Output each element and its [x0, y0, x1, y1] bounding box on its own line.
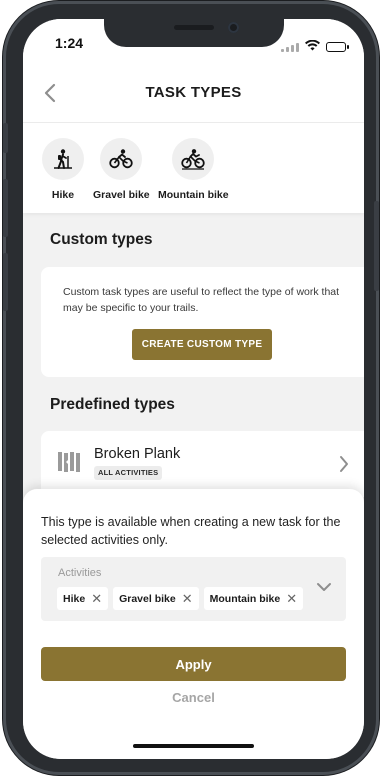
select-label: Activities: [58, 567, 102, 579]
chevron-down-icon[interactable]: [316, 579, 332, 597]
activity-icon-circle: [172, 138, 215, 180]
activities-bottom-sheet: This type is available when creating a n…: [23, 489, 364, 759]
custom-types-card: Custom task types are useful to reflect …: [41, 267, 364, 377]
chip-hike: Hike ✕: [57, 587, 109, 610]
hike-icon: [54, 149, 72, 169]
speaker: [174, 25, 214, 30]
close-icon[interactable]: ✕: [91, 592, 102, 605]
chevron-right-icon: [338, 455, 350, 478]
cancel-button[interactable]: Cancel: [23, 690, 364, 705]
header: TASK TYPES: [23, 65, 364, 123]
activity-mountain-bike[interactable]: Mountain bike: [158, 138, 229, 201]
status-icons: [281, 38, 349, 56]
phone-frame: 1:24 TASK TYPES Hike Gravel bike Mountai…: [3, 1, 379, 775]
wifi-icon: [305, 38, 320, 56]
home-indicator[interactable]: [133, 744, 254, 748]
close-icon[interactable]: ✕: [286, 592, 297, 605]
cellular-signal-icon: [281, 42, 299, 52]
activity-label: Gravel bike: [93, 189, 150, 201]
activity-icon-circle: [42, 138, 84, 180]
chip-label: Mountain bike: [209, 592, 281, 605]
sheet-description: This type is available when creating a n…: [41, 515, 341, 547]
selected-chips: Hike ✕ Gravel bike ✕ Mountain bike ✕: [57, 587, 304, 610]
page-title: TASK TYPES: [145, 84, 242, 101]
chip-label: Hike: [63, 592, 86, 605]
activity-gravel-bike[interactable]: Gravel bike: [93, 138, 150, 201]
notch: [104, 19, 284, 47]
volume-up-button: [3, 179, 8, 237]
custom-types-description: Custom task types are useful to reflect …: [63, 286, 340, 314]
chip-label: Gravel bike: [119, 592, 176, 605]
gravel-bike-icon: [109, 149, 134, 169]
custom-types-title: Custom types: [50, 231, 153, 248]
predefined-type-item[interactable]: Broken Plank ALL ACTIVITIES: [41, 431, 364, 497]
close-icon[interactable]: ✕: [182, 592, 193, 605]
status-time: 1:24: [55, 35, 84, 51]
apply-button[interactable]: Apply: [41, 647, 346, 681]
front-camera: [228, 22, 239, 33]
mute-switch: [3, 123, 8, 153]
battery-icon: [326, 42, 349, 52]
activity-label: Mountain bike: [158, 189, 229, 201]
activity-label: Hike: [51, 189, 75, 201]
mountain-bike-icon: [181, 149, 205, 170]
create-custom-type-button[interactable]: CREATE CUSTOM TYPE: [132, 329, 272, 360]
activity-icon-circle: [100, 138, 143, 180]
activity-hike[interactable]: Hike: [42, 138, 84, 201]
chip-mountain-bike: Mountain bike ✕: [203, 587, 304, 610]
volume-down-button: [3, 253, 8, 311]
chip-gravel-bike: Gravel bike ✕: [113, 587, 199, 610]
broken-plank-icon: [57, 451, 81, 478]
predefined-types-title: Predefined types: [50, 396, 175, 413]
power-button: [374, 201, 379, 291]
screen: 1:24 TASK TYPES Hike Gravel bike Mountai…: [23, 19, 364, 759]
predefined-type-name: Broken Plank: [94, 446, 181, 462]
activities-select[interactable]: Activities Hike ✕ Gravel bike ✕ Mountain…: [41, 557, 346, 621]
activity-badge: ALL ACTIVITIES: [94, 466, 163, 480]
activities-strip: Hike Gravel bike Mountain bike: [23, 123, 364, 213]
